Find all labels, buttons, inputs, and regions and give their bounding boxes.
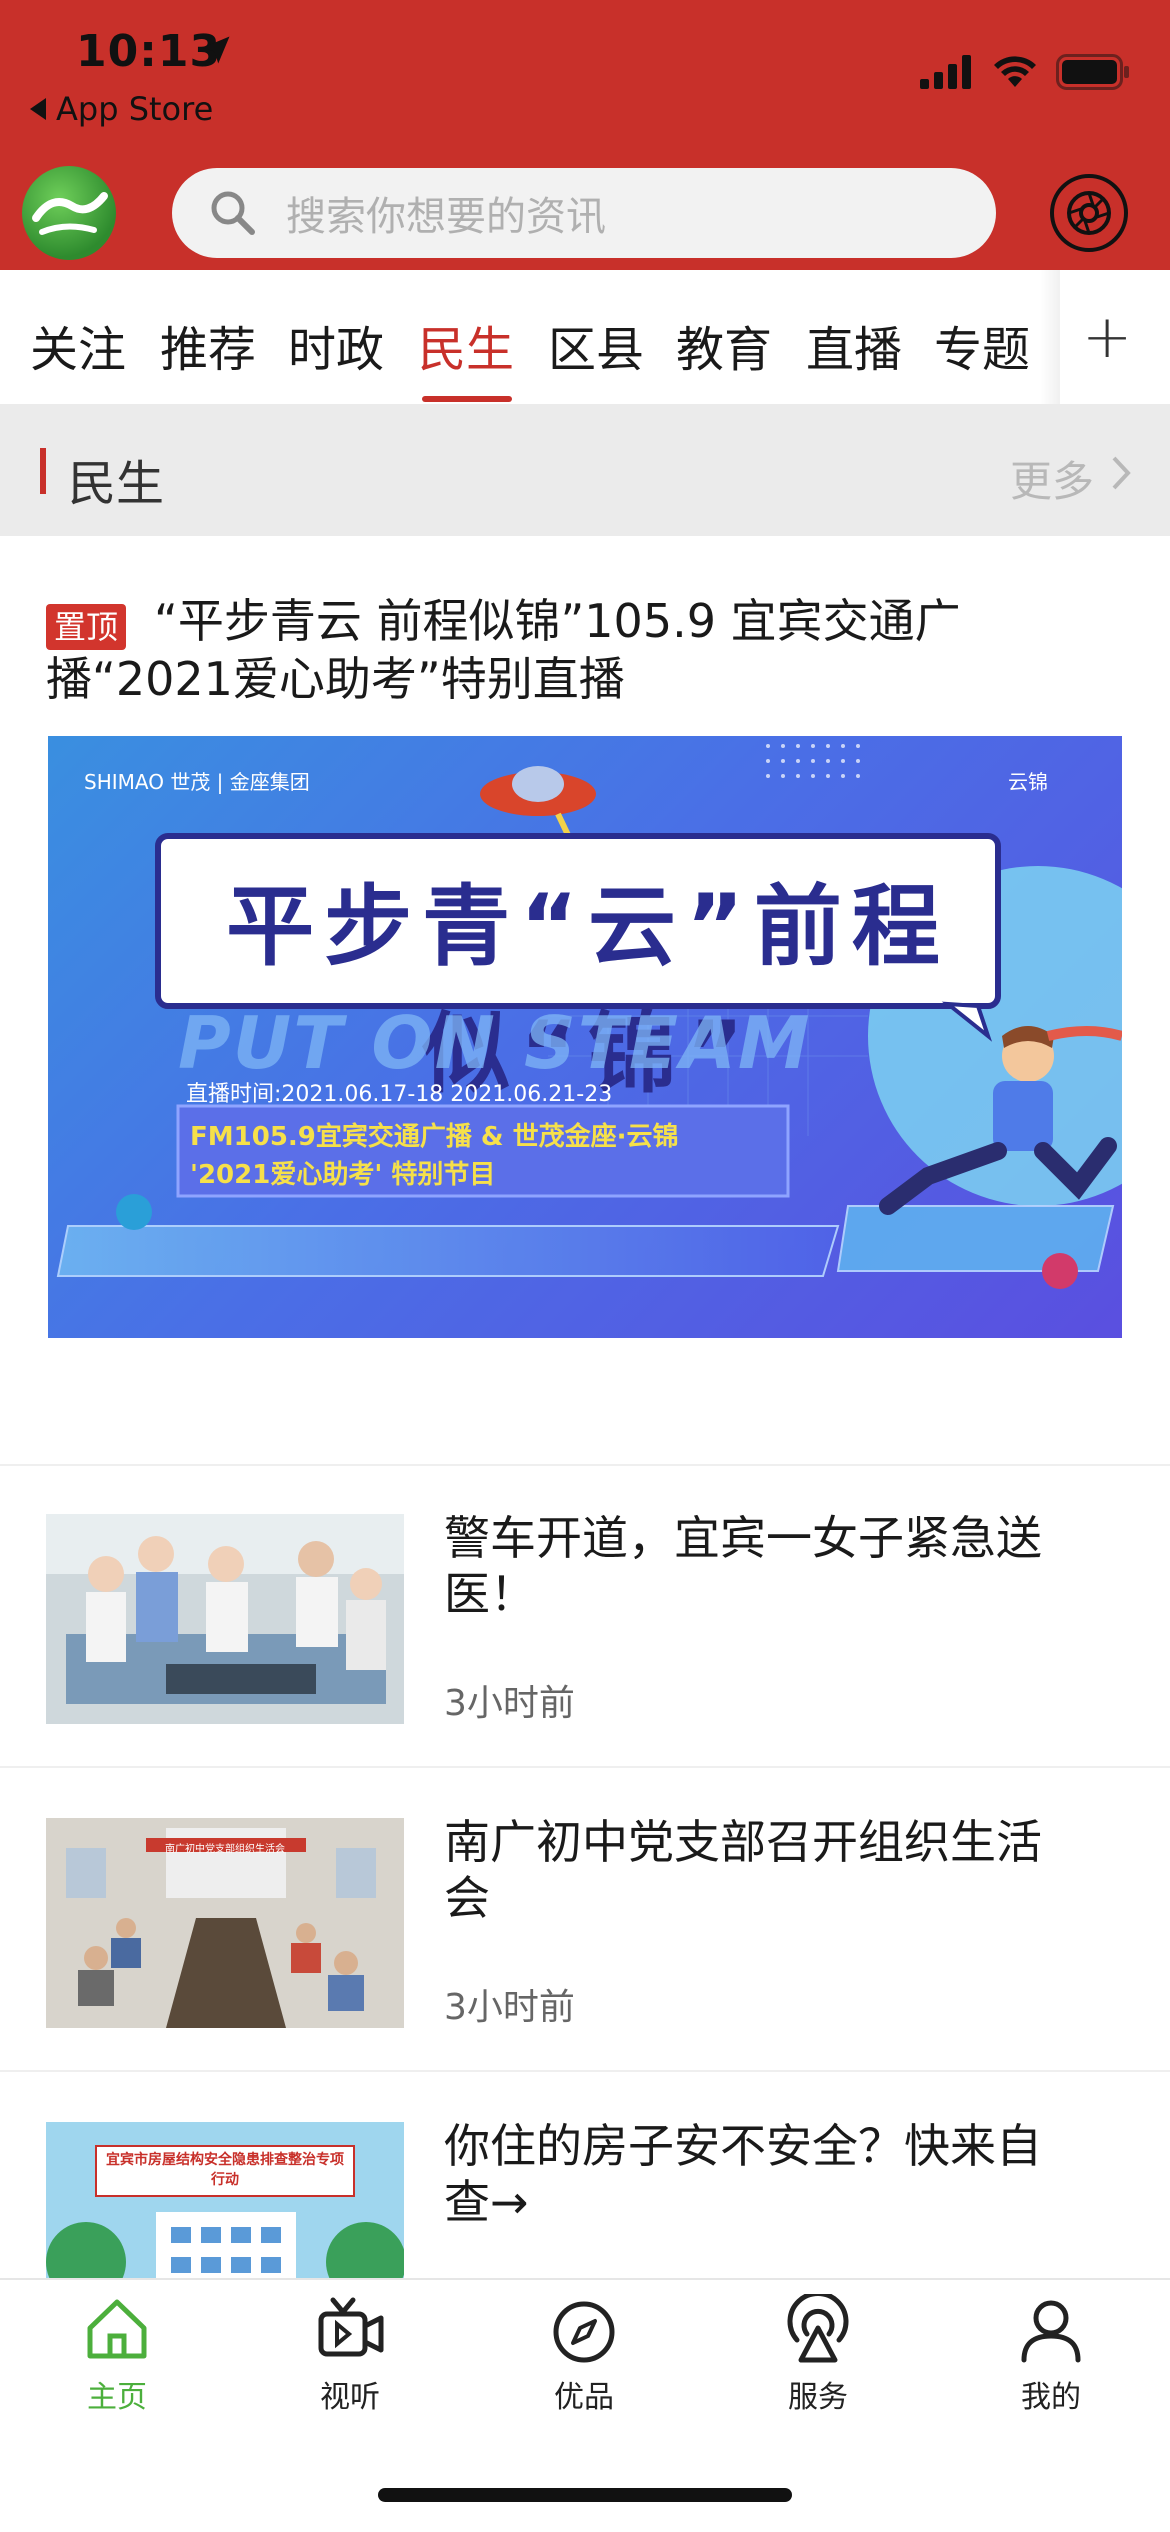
news-thumbnail: 南广初中党支部组织生活会 [46, 1818, 404, 2028]
tab-minsheng[interactable]: 民生 [418, 310, 514, 380]
section-accent-bar [40, 448, 46, 494]
section-title: 民生 [68, 456, 165, 512]
hospital-scene-image [46, 1514, 404, 1724]
pinned-article[interactable]: “平步青云 前程似锦”105.9 宜宾交通广播“2021爱心助考”特别直播 置顶 [0, 536, 1170, 1466]
compass-icon [553, 2301, 615, 2363]
nav-profile[interactable]: 我的 [981, 2294, 1121, 2416]
tabs-fade-edge [1040, 270, 1060, 404]
back-to-app-store[interactable]: App Store [30, 90, 213, 128]
banner-line1: FM105.9宜宾交通广播 & 世茂金座·云锦 [190, 1122, 679, 1152]
tab-zhibo[interactable]: 直播 [806, 310, 902, 380]
chevron-right-icon [1112, 456, 1131, 490]
nav-video[interactable]: 视听 [280, 2294, 420, 2416]
pinned-title[interactable]: “平步青云 前程似锦”105.9 宜宾交通广播“2021爱心助考”特别直播 [46, 592, 1126, 708]
camera-button[interactable] [1050, 174, 1128, 252]
nav-home[interactable]: 主页 [47, 2294, 187, 2416]
home-indicator[interactable] [378, 2488, 792, 2502]
active-tab-indicator [422, 396, 512, 402]
thumb-caption: 南广初中党支部组织生活会 [165, 1844, 285, 1855]
banner-line2: '2021爱心助考' 特别节目 [190, 1160, 496, 1190]
battery-icon [1056, 54, 1129, 90]
news-title[interactable]: 南广初中党支部召开组织生活会 [444, 1814, 1084, 1926]
search-bar[interactable]: 搜索你想要的资讯 [172, 168, 996, 258]
news-time: 3小时前 [444, 1683, 575, 1724]
status-icons [920, 54, 1130, 90]
pinned-badge: 置顶 [46, 604, 127, 650]
nav-label: 视听 [320, 2380, 380, 2415]
banner-brand-left: SHIMAO 世茂 | 金座集团 [84, 770, 310, 794]
pinned-banner-image[interactable]: SHIMAO 世茂 | 金座集团 云锦 平步青“云”前程似“锦” PUT ON … [48, 736, 1122, 1338]
nav-products[interactable]: 优品 [514, 2294, 654, 2416]
thumb-caption: 宜宾市房屋结构安全隐患排查整治专项行动 [106, 2152, 344, 2188]
aperture-icon [1067, 191, 1111, 235]
back-triangle-icon [30, 98, 46, 120]
home-icon [87, 2299, 147, 2359]
tab-tuijian[interactable]: 推荐 [160, 310, 256, 380]
search-icon [211, 191, 255, 235]
location-arrow-icon [202, 36, 230, 64]
nav-services[interactable]: 服务 [748, 2294, 888, 2416]
banner-subtitle: PUT ON STEAM [178, 1001, 812, 1085]
nav-label: 我的 [1021, 2380, 1081, 2415]
banner-dates: 直播时间:2021.06.17-18 2021.06.21-23 [186, 1082, 613, 1107]
tab-zhuanti[interactable]: 专题 [934, 310, 1030, 380]
add-tab-button[interactable]: + [1082, 302, 1132, 372]
tab-quxian[interactable]: 区县 [548, 310, 644, 380]
app-logo[interactable] [22, 166, 116, 260]
logo-swoosh-icon [32, 192, 108, 235]
news-item[interactable]: 警车开道，宜宾一女子紧急送医！ 3小时前 [0, 1464, 1170, 1764]
nav-label: 主页 [87, 2380, 147, 2415]
news-time: 3小时前 [444, 1987, 575, 2028]
section-more-link[interactable]: 更多 [1010, 448, 1094, 509]
tab-jiaoyu[interactable]: 教育 [676, 310, 772, 380]
news-thumbnail [46, 1514, 404, 1724]
back-label: App Store [56, 90, 214, 128]
wifi-icon [994, 56, 1036, 87]
news-title[interactable]: 警车开道，宜宾一女子紧急送医！ [444, 1510, 1084, 1622]
tab-shizheng[interactable]: 时政 [288, 310, 384, 380]
news-item[interactable]: 南广初中党支部组织生活会 南广初中党支部召开组织生活会 3小时前 [0, 1768, 1170, 2068]
tab-guanzhu[interactable]: 关注 [30, 310, 126, 380]
app-header: 10:13 App Store 搜索你想要的资讯 [0, 0, 1170, 270]
news-title[interactable]: 你住的房子安不安全？快来自查→ [444, 2118, 1084, 2230]
signal-icon [920, 55, 971, 89]
section-header: 民生 更多 [0, 404, 1170, 536]
video-icon [318, 2297, 384, 2357]
banner-brand-right: 云锦 [1008, 770, 1048, 794]
broadcast-icon [787, 2294, 849, 2363]
user-icon [1021, 2300, 1081, 2363]
search-placeholder: 搜索你想要的资讯 [286, 194, 606, 240]
nav-label: 优品 [554, 2380, 614, 2415]
nav-label: 服务 [788, 2380, 848, 2415]
category-tabs: 关注 推荐 时政 民生 区县 教育 直播 专题 + [0, 270, 1170, 404]
